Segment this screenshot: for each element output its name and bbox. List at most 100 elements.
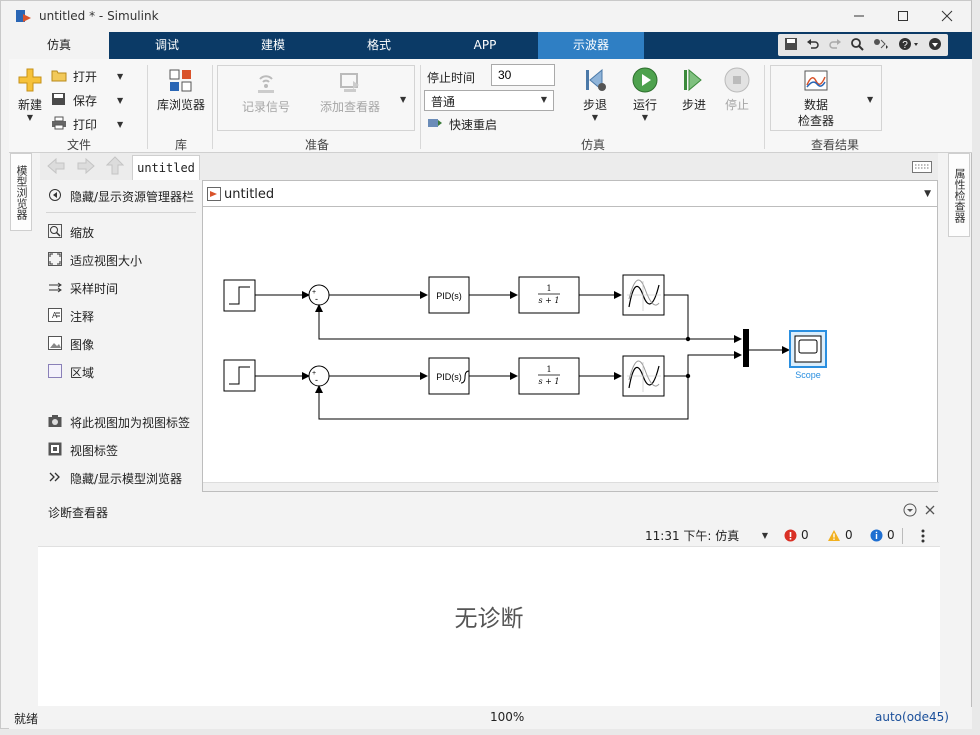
help-icon[interactable]: ? — [898, 37, 920, 54]
redo-icon[interactable] — [828, 37, 842, 54]
palette-image[interactable]: 图像 — [48, 336, 94, 353]
simulation-mode-select[interactable]: 普通 ▼ — [424, 90, 554, 111]
horizontal-scrollbar[interactable] — [203, 482, 939, 491]
stop-button[interactable]: 停止 — [720, 67, 754, 113]
forward-arrow-icon[interactable] — [76, 157, 96, 177]
palette-fit-to-view[interactable]: 适应视图大小 — [48, 252, 142, 269]
fast-restart-toggle[interactable]: 快速重启 — [427, 116, 497, 133]
chevron-down-icon: ▼ — [761, 531, 768, 540]
palette-sample-time[interactable]: 采样时间 — [48, 280, 118, 297]
palette-annotation[interactable]: A 注释 — [48, 308, 94, 325]
tf-numerator: 1 — [546, 284, 551, 293]
sample-time-icon — [48, 280, 62, 297]
chevron-down-icon: ▼ — [117, 72, 124, 81]
annotation-icon: A — [48, 308, 62, 325]
palette-toggle-model-browser[interactable]: 隐藏/显示模型浏览器 — [48, 470, 182, 487]
diagnostic-run-select[interactable]: 11:31 下午: 仿真 ▼ — [638, 524, 770, 548]
prepare-group-label: 准备 — [304, 138, 329, 152]
toolstrip-tabs: 仿真 调试 建模 格式 APP 示波器 ? — [9, 32, 972, 59]
undo-icon[interactable] — [806, 37, 820, 54]
library-browser-button[interactable]: 库浏览器 — [155, 69, 207, 113]
data-inspector-button[interactable]: 数据 检查器 — [779, 69, 853, 129]
back-arrow-icon[interactable] — [46, 157, 66, 177]
open-button[interactable]: 打开 ▼ — [51, 68, 123, 85]
toolstrip-options-icon[interactable] — [928, 37, 942, 54]
minimize-button[interactable] — [837, 5, 881, 27]
up-arrow-icon[interactable] — [105, 156, 125, 179]
chevron-down-icon: ▼ — [540, 95, 547, 104]
ribbon-separator — [420, 65, 421, 149]
review-gallery-chevron-icon[interactable]: ▼ — [867, 95, 873, 104]
tab-debug[interactable]: 调试 — [129, 32, 205, 59]
run-button[interactable]: 运行 ▼ — [627, 67, 663, 122]
property-inspector-side-tab[interactable]: 属性检查器 — [948, 153, 970, 237]
fast-restart-label: 快速重启 — [449, 118, 498, 132]
palette-toggle-explorer[interactable]: 隐藏/显示资源管理器栏 — [48, 188, 194, 205]
palette-label: 隐藏/显示模型浏览器 — [70, 472, 183, 486]
close-icon[interactable] — [924, 504, 936, 519]
sum-block-2[interactable]: + - — [308, 365, 330, 387]
step-back-button[interactable]: 步退 ▼ — [577, 67, 613, 122]
tab-simulation[interactable]: 仿真 — [9, 32, 109, 59]
info-filter[interactable]: 0 — [870, 528, 895, 542]
palette-area[interactable]: 区域 — [48, 364, 94, 381]
simulink-logo-icon — [15, 8, 33, 27]
palette-zoom[interactable]: 缩放 — [48, 224, 94, 241]
step-forward-label: 步进 — [681, 98, 706, 112]
status-bar: 就绪 100% auto(ode45) — [9, 707, 972, 729]
tab-modeling[interactable]: 建模 — [235, 32, 311, 59]
transfer-fcn-block-2[interactable]: 1 s + 1 — [518, 357, 580, 395]
chevron-down-icon: ▼ — [641, 113, 649, 122]
panel-menu-icon[interactable] — [903, 503, 917, 520]
gallery-expand-chevron-icon[interactable]: ▼ — [400, 95, 406, 104]
log-signals-button[interactable]: 记录信号 — [235, 71, 297, 115]
maximize-button[interactable] — [881, 5, 925, 27]
keyboard-icon[interactable] — [912, 161, 932, 176]
save-button[interactable]: 保存 ▼ — [51, 92, 123, 109]
community-icon[interactable] — [872, 37, 890, 54]
pid-block-2[interactable]: PID(s) — [428, 357, 470, 395]
save-icon[interactable] — [784, 37, 798, 54]
signal-line[interactable] — [664, 294, 689, 339]
scope-block[interactable]: Scope — [789, 330, 827, 380]
signal-line[interactable] — [687, 351, 742, 376]
tf-denominator: s + 1 — [539, 377, 560, 386]
error-count: 0 — [801, 528, 809, 542]
step-block-1[interactable] — [223, 279, 256, 312]
tab-format[interactable]: 格式 — [341, 32, 417, 59]
sum-block-1[interactable]: + - — [308, 284, 330, 306]
step-forward-button[interactable]: 步进 — [676, 67, 712, 113]
data-inspector-label-line2: 检查器 — [797, 114, 834, 128]
model-tab[interactable]: untitled — [132, 155, 200, 180]
tab-scope[interactable]: 示波器 — [538, 32, 644, 59]
palette-viewmarks[interactable]: 视图标签 — [48, 442, 118, 459]
model-browser-side-tab[interactable]: 模型浏览器 — [10, 153, 32, 231]
new-button[interactable]: 新建 ▼ — [13, 67, 47, 122]
palette-add-viewmark[interactable]: 将此视图加为视图标签 — [48, 414, 190, 431]
warning-filter[interactable]: 0 — [827, 528, 853, 542]
zoom-level: 100% — [490, 710, 525, 724]
error-filter[interactable]: 0 — [784, 528, 809, 542]
pid-block-1[interactable]: PID(s) — [428, 276, 470, 314]
tab-apps[interactable]: APP — [447, 32, 523, 59]
print-button[interactable]: 打印 ▼ — [51, 116, 123, 133]
solver-link[interactable]: auto(ode45) — [875, 710, 949, 724]
transfer-fcn-block-1[interactable]: 1 s + 1 — [518, 276, 580, 314]
add-viewer-button[interactable]: 添加查看器 — [313, 71, 387, 115]
backlash-block-2[interactable] — [622, 355, 665, 397]
more-options-icon[interactable] — [920, 528, 926, 547]
double-chevron-right-icon — [48, 470, 62, 487]
step-block-2[interactable] — [223, 359, 256, 392]
print-label: 打印 — [73, 118, 98, 132]
close-window-button[interactable] — [925, 5, 969, 27]
stop-icon — [720, 67, 754, 96]
search-icon[interactable] — [850, 37, 864, 54]
palette-label: 注释 — [70, 310, 95, 324]
model-canvas[interactable]: + - PID(s) 1 s + 1 + - PID(s) 1 s + 1 Sc… — [202, 207, 939, 492]
backlash-block-1[interactable] — [622, 274, 665, 316]
stop-time-field[interactable] — [491, 64, 555, 86]
address-bar[interactable]: untitled ▼ — [202, 180, 938, 207]
mux-block[interactable] — [743, 329, 749, 367]
chevron-down-icon[interactable]: ▼ — [924, 189, 931, 199]
info-icon — [870, 529, 883, 541]
